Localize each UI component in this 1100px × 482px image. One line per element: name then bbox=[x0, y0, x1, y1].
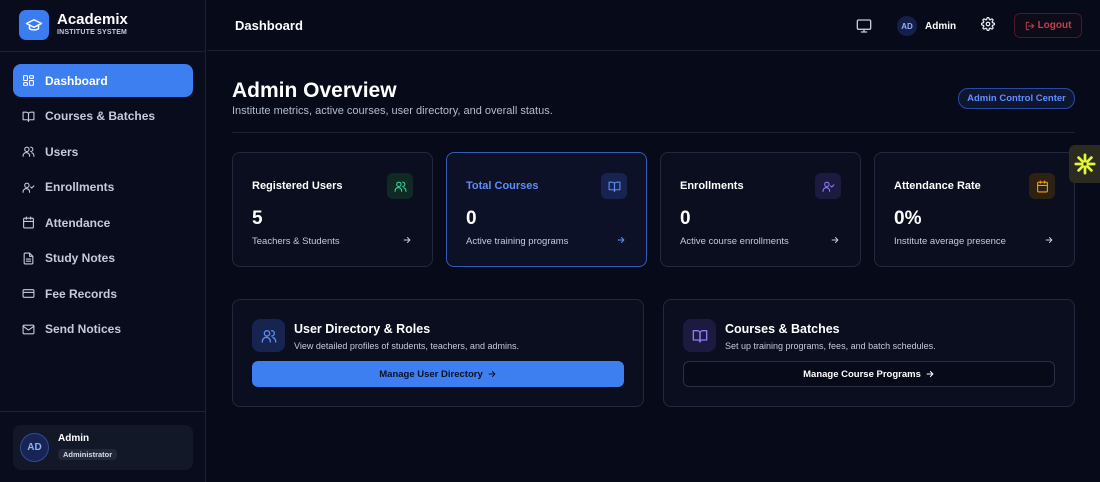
admin-control-center-badge[interactable]: Admin Control Center bbox=[958, 88, 1075, 109]
divider bbox=[0, 51, 206, 52]
stat-label: Attendance Rate bbox=[894, 180, 981, 192]
stat-description: Institute average presence bbox=[894, 236, 1006, 247]
manage-user-directory-button[interactable]: Manage User Directory bbox=[252, 361, 624, 387]
users-icon bbox=[387, 173, 413, 199]
credit-card-icon bbox=[22, 289, 35, 298]
calendar-icon bbox=[23, 216, 34, 229]
arrow-right-icon bbox=[1045, 237, 1053, 243]
card-subtitle: Set up training programs, fees, and batc… bbox=[725, 341, 936, 351]
arrow-right-icon bbox=[617, 237, 625, 243]
avatar: AD bbox=[20, 433, 49, 462]
divider bbox=[232, 132, 1075, 133]
users-icon bbox=[22, 146, 35, 157]
top-header: Dashboard AD Admin Logout bbox=[207, 0, 1100, 51]
sidebar-item-study-notes[interactable]: Study Notes bbox=[13, 242, 193, 275]
sidebar-item-label: Send Notices bbox=[45, 322, 122, 336]
sidebar-item-label: Dashboard bbox=[45, 73, 108, 88]
users-icon bbox=[252, 319, 285, 352]
header-user-menu[interactable]: AD Admin bbox=[897, 16, 956, 36]
stat-description: Active training programs bbox=[466, 236, 569, 247]
stat-label: Total Courses bbox=[466, 180, 539, 192]
arrow-right-icon bbox=[831, 237, 839, 243]
graduation-cap-icon bbox=[19, 10, 49, 40]
calendar-icon bbox=[1029, 173, 1055, 199]
manage-course-programs-button[interactable]: Manage Course Programs bbox=[683, 361, 1055, 387]
stat-card-total-courses[interactable]: Total Courses 0 Active training programs bbox=[446, 152, 647, 267]
book-open-icon bbox=[601, 173, 627, 199]
arrow-right-icon bbox=[403, 237, 411, 243]
gear-icon[interactable] bbox=[980, 16, 997, 33]
user-directory-card: User Directory & Roles View detailed pro… bbox=[232, 299, 644, 407]
card-title: Courses & Batches bbox=[725, 322, 840, 336]
sidebar-item-enrollments[interactable]: Enrollments bbox=[13, 171, 193, 204]
stat-description: Teachers & Students bbox=[252, 236, 340, 247]
sidebar-item-label: Users bbox=[45, 144, 79, 159]
card-subtitle: View detailed profiles of students, teac… bbox=[294, 341, 519, 351]
monitor-icon[interactable] bbox=[855, 17, 873, 35]
user-name: Admin bbox=[58, 433, 90, 444]
button-label: Manage User Directory bbox=[379, 368, 483, 380]
stat-card-registered-users[interactable]: Registered Users 5 Teachers & Students bbox=[232, 152, 433, 267]
stat-card-attendance-rate[interactable]: Attendance Rate 0% Institute average pre… bbox=[874, 152, 1075, 267]
brand[interactable]: Academix INSTITUTE SYSTEM bbox=[19, 10, 128, 40]
mail-icon bbox=[22, 324, 35, 334]
logout-button[interactable]: Logout bbox=[1014, 13, 1082, 38]
card-title: User Directory & Roles bbox=[294, 322, 431, 336]
sparkle-widget-icon[interactable] bbox=[1069, 145, 1100, 183]
arrow-right-icon bbox=[926, 371, 934, 377]
role-badge: Administrator bbox=[58, 449, 118, 460]
stat-value: 0 bbox=[680, 208, 691, 229]
logout-icon bbox=[1025, 21, 1034, 30]
sidebar-user-card[interactable]: AD Admin Administrator bbox=[13, 425, 193, 470]
sidebar-item-courses-batches[interactable]: Courses & Batches bbox=[13, 100, 193, 133]
grid-icon bbox=[23, 75, 34, 86]
sidebar-item-label: Fee Records bbox=[45, 286, 118, 301]
stat-description: Active course enrollments bbox=[680, 236, 789, 247]
stat-value: 0 bbox=[466, 208, 477, 229]
stat-value: 5 bbox=[252, 208, 263, 229]
sidebar-item-fee-records[interactable]: Fee Records bbox=[13, 277, 193, 310]
page-title: Dashboard bbox=[235, 18, 303, 33]
sidebar-item-attendance[interactable]: Attendance bbox=[13, 206, 193, 239]
sidebar-item-users[interactable]: Users bbox=[13, 135, 193, 168]
stat-card-enrollments[interactable]: Enrollments 0 Active course enrollments bbox=[660, 152, 861, 267]
user-check-icon bbox=[815, 173, 841, 199]
sidebar: Academix INSTITUTE SYSTEM Dashboard Cour… bbox=[0, 0, 206, 482]
divider bbox=[0, 411, 206, 412]
header-user-name: Admin bbox=[925, 20, 957, 32]
sidebar-item-dashboard[interactable]: Dashboard bbox=[13, 64, 193, 97]
logout-label: Logout bbox=[1037, 20, 1072, 31]
button-label: Manage Course Programs bbox=[803, 368, 921, 380]
overview-subtitle: Institute metrics, active courses, user … bbox=[232, 105, 553, 117]
avatar: AD bbox=[897, 16, 917, 36]
stat-label: Enrollments bbox=[680, 180, 744, 192]
arrow-right-icon bbox=[488, 371, 496, 377]
sidebar-item-label: Courses & Batches bbox=[45, 109, 156, 123]
stat-label: Registered Users bbox=[252, 180, 343, 192]
file-text-icon bbox=[23, 252, 34, 264]
courses-batches-card: Courses & Batches Set up training progra… bbox=[663, 299, 1075, 407]
user-check-icon bbox=[22, 182, 35, 193]
sidebar-item-label: Attendance bbox=[45, 215, 111, 230]
sidebar-nav: Dashboard Courses & Batches Users Enroll… bbox=[13, 64, 193, 348]
sidebar-item-label: Enrollments bbox=[45, 180, 115, 194]
book-icon bbox=[683, 319, 716, 352]
book-icon bbox=[22, 111, 35, 122]
sidebar-item-send-notices[interactable]: Send Notices bbox=[13, 313, 193, 346]
brand-name: Academix bbox=[57, 11, 128, 28]
overview-title: Admin Overview bbox=[232, 79, 397, 102]
sidebar-item-label: Study Notes bbox=[45, 251, 116, 265]
stat-value: 0% bbox=[894, 208, 922, 229]
brand-subtitle: INSTITUTE SYSTEM bbox=[57, 29, 128, 36]
